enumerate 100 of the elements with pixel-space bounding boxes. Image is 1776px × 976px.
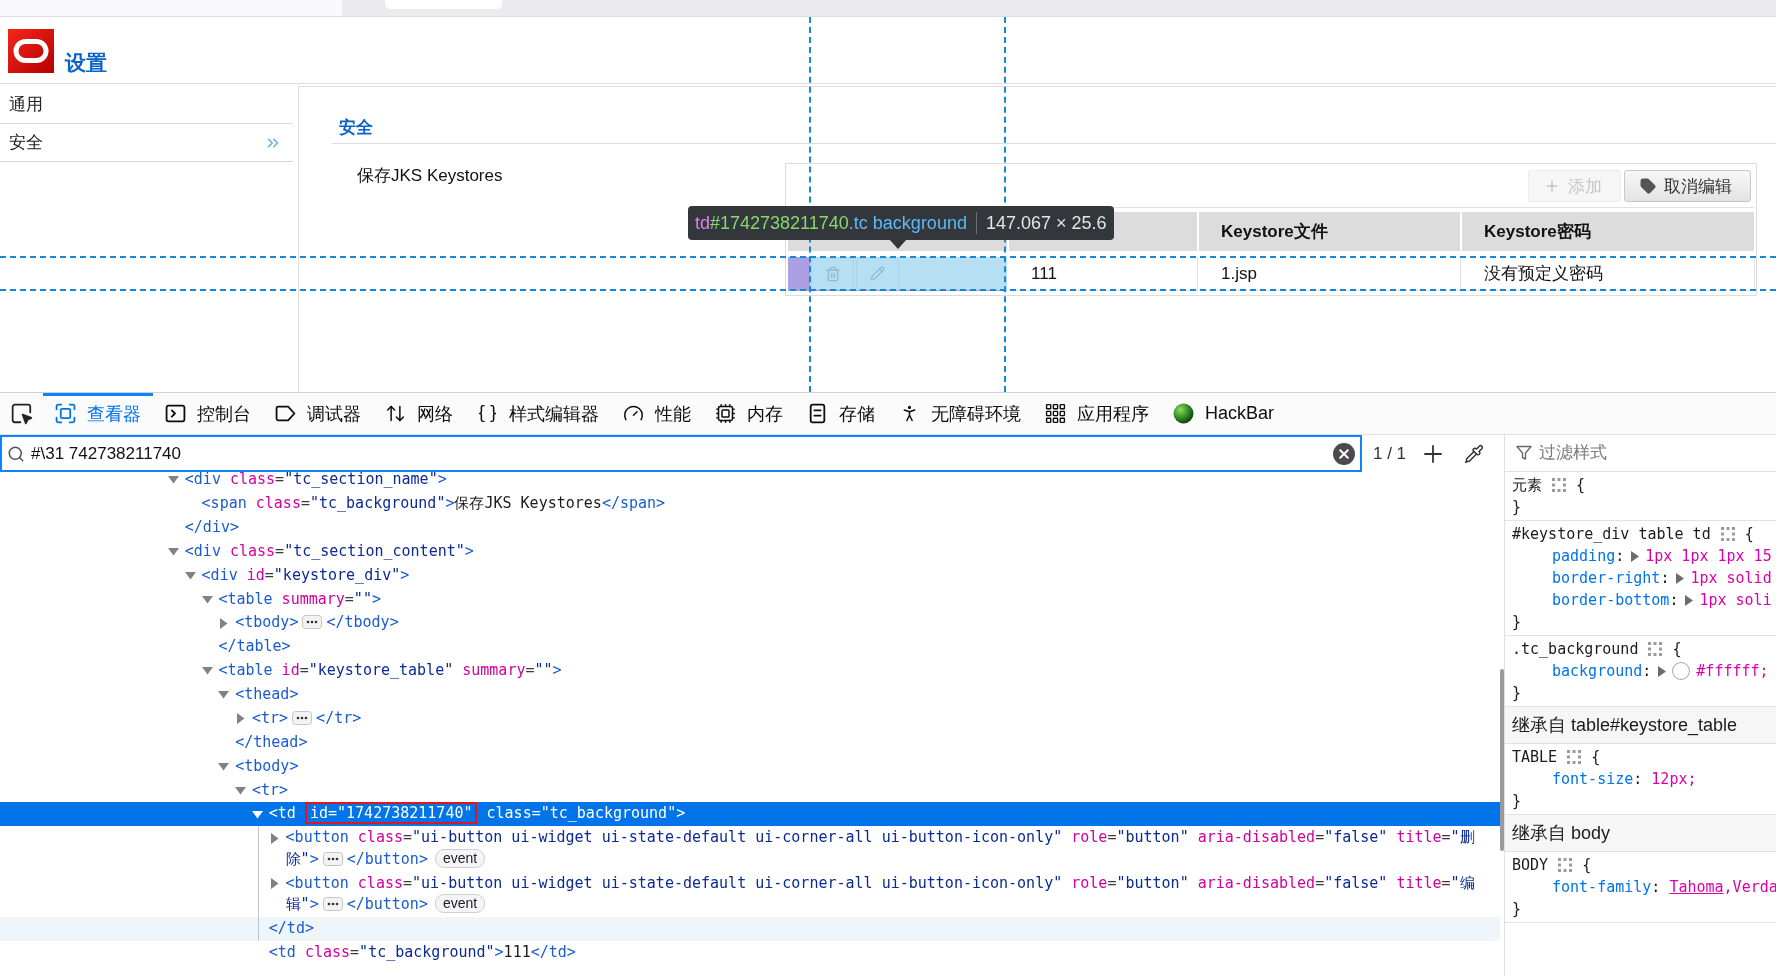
devtools-tab[interactable]: 样式编辑器 — [465, 393, 611, 434]
color-swatch-icon[interactable] — [1672, 662, 1691, 680]
property-value[interactable]: 1px solid — [1690, 567, 1772, 589]
element-selector: td#1742738211740.tc background — [695, 212, 967, 234]
devtools-tab[interactable]: HackBar — [1161, 393, 1287, 434]
more-icon[interactable] — [322, 897, 343, 912]
caret-down-icon[interactable] — [235, 784, 247, 796]
dotted-grid-icon[interactable] — [1567, 750, 1582, 764]
search-field[interactable]: #\31 742738211740 — [31, 443, 1327, 464]
devtools-tab[interactable]: 内存 — [703, 393, 795, 434]
caret-down-icon[interactable] — [168, 546, 179, 558]
property-name[interactable]: border-bottom: — [1552, 589, 1679, 611]
property-value[interactable]: #ffffff; — [1696, 660, 1769, 682]
property-value[interactable]: 1px soli — [1699, 589, 1772, 611]
tree-node[interactable]: <span class="tc_background">保存JKS Keystores</span> — [0, 491, 1500, 516]
cancel-edit-button[interactable]: 取消编辑 — [1624, 170, 1751, 202]
nav-item[interactable]: 通用 — [0, 86, 293, 124]
clear-icon[interactable] — [1333, 442, 1355, 465]
tree-node[interactable]: <tbody> — [0, 754, 1500, 779]
caret-right-icon[interactable] — [1676, 572, 1685, 584]
rule-selector: #keystore_div table td — [1512, 524, 1711, 545]
tree-node[interactable]: <button class="ui-button ui-widget ui-state-default ui-corner-all ui-button-icon-only" role="button" aria-disabled="false" title="编辑"> </button> event — [0, 871, 1500, 917]
close-brace: } — [1512, 683, 1522, 704]
caret-right-icon[interactable] — [1685, 594, 1694, 606]
dotted-grid-icon[interactable] — [1558, 858, 1573, 872]
tag-icon — [1640, 178, 1656, 194]
more-icon[interactable] — [322, 851, 343, 866]
closing-tag[interactable]: </thead> — [0, 730, 1500, 755]
property-name[interactable]: font-family: — [1552, 876, 1661, 898]
caret-right-icon[interactable] — [268, 832, 280, 844]
edit-button[interactable] — [856, 257, 899, 290]
tree-node[interactable]: <tr> — [0, 778, 1500, 803]
close-brace: } — [1512, 497, 1522, 518]
caret-right-icon[interactable] — [1631, 550, 1640, 562]
property-value[interactable]: 12px; — [1651, 768, 1697, 790]
caret-down-icon[interactable] — [218, 760, 230, 772]
search-bar[interactable]: #\31 742738211740 — [0, 435, 1362, 472]
devtools-tab[interactable]: 控制台 — [153, 393, 263, 434]
more-icon[interactable] — [302, 615, 323, 630]
dotted-grid-icon[interactable] — [1552, 478, 1566, 492]
property-name[interactable]: background: — [1552, 660, 1652, 682]
tree-node[interactable]: <thead> — [0, 682, 1500, 707]
tree-node[interactable]: <div class="tc_section_content"> — [0, 539, 1500, 564]
devtools-tab[interactable]: 存储 — [795, 393, 887, 434]
tree-node[interactable]: <tr> </tr> — [0, 706, 1500, 731]
event-badge[interactable]: event — [434, 848, 486, 868]
rule-selector: BODY — [1512, 855, 1549, 876]
caret-down-icon[interactable] — [201, 593, 213, 605]
devtools-tab[interactable]: 性能 — [611, 393, 703, 434]
eyedropper-icon[interactable] — [1464, 443, 1485, 464]
tree-node[interactable]: <button class="ui-button ui-widget ui-state-default ui-corner-all ui-button-icon-only" role="button" aria-disabled="false" title="删除"> </button> event — [0, 826, 1500, 872]
tree-node[interactable]: <td id="1742738211740" class="tc_background"> — [0, 802, 1500, 827]
tree-node[interactable]: <div class="tc_section_name"> — [0, 472, 1500, 492]
dotted-grid-icon[interactable] — [1720, 527, 1735, 541]
property-name[interactable]: padding: — [1552, 545, 1625, 567]
column-header: Keystore密码 — [1462, 212, 1754, 251]
caret-down-icon[interactable] — [184, 569, 196, 581]
code-text: <td — [268, 804, 297, 823]
caret-right-icon[interactable] — [268, 877, 280, 889]
cursor-box-icon[interactable] — [10, 402, 33, 425]
property-name[interactable]: border-right: — [1552, 567, 1670, 589]
rule-selector: 元素 — [1512, 475, 1542, 496]
caret-right-icon[interactable] — [218, 617, 230, 629]
tree-node[interactable]: <div id="keystore_div"> — [0, 563, 1500, 588]
nav-item[interactable]: 安全 — [0, 124, 293, 162]
caret-down-icon[interactable] — [168, 474, 179, 486]
filter-field[interactable]: 过滤样式 — [1539, 443, 1689, 463]
tree-node[interactable]: <table summary=""> — [0, 587, 1500, 612]
devtools-tab[interactable]: 无障碍环境 — [887, 393, 1033, 434]
search-count: 1 / 1 — [1373, 443, 1407, 464]
devtools-tab[interactable]: 网络 — [373, 393, 465, 434]
delete-button[interactable] — [811, 257, 854, 290]
font-link[interactable]: Tahoma — [1669, 876, 1724, 898]
scrollbar-thumb[interactable] — [1500, 669, 1504, 851]
caret-right-icon[interactable] — [235, 713, 247, 725]
devtools-tab[interactable]: 调试器 — [263, 393, 373, 434]
section-name: 保存JKS Keystores — [357, 166, 503, 185]
property-name[interactable]: font-size: — [1552, 768, 1643, 790]
closing-tag[interactable]: </div> — [0, 515, 1500, 540]
tree-node[interactable]: <td class="tc_background">111</td> — [0, 940, 1500, 965]
more-icon[interactable] — [292, 710, 313, 725]
closing-tag[interactable]: </table> — [0, 635, 1500, 659]
search-icon — [7, 444, 25, 463]
tree-node[interactable]: <tbody> </tbody> — [0, 611, 1500, 636]
property-value[interactable]: 1px 1px 1px 15 — [1645, 545, 1772, 567]
close-brace: } — [1512, 612, 1522, 633]
devtools-tab[interactable]: 应用程序 — [1033, 393, 1161, 434]
closing-tag[interactable]: </td> — [0, 916, 1500, 941]
caret-down-icon[interactable] — [201, 665, 213, 677]
caret-down-icon[interactable] — [252, 808, 263, 820]
caret-right-icon[interactable] — [1658, 665, 1667, 677]
tree-node[interactable]: <table id="keystore_table" summary=""> — [0, 659, 1500, 683]
devtools-tab[interactable]: 查看器 — [43, 393, 153, 434]
dotted-grid-icon[interactable] — [1648, 642, 1663, 656]
annotation-box: id="1742738211740" — [304, 802, 478, 825]
caret-down-icon[interactable] — [218, 689, 230, 701]
plus-icon[interactable] — [1424, 444, 1443, 463]
pencil-icon — [870, 266, 885, 281]
event-badge[interactable]: event — [434, 894, 486, 914]
property-value[interactable]: ,Verda — [1723, 876, 1776, 898]
